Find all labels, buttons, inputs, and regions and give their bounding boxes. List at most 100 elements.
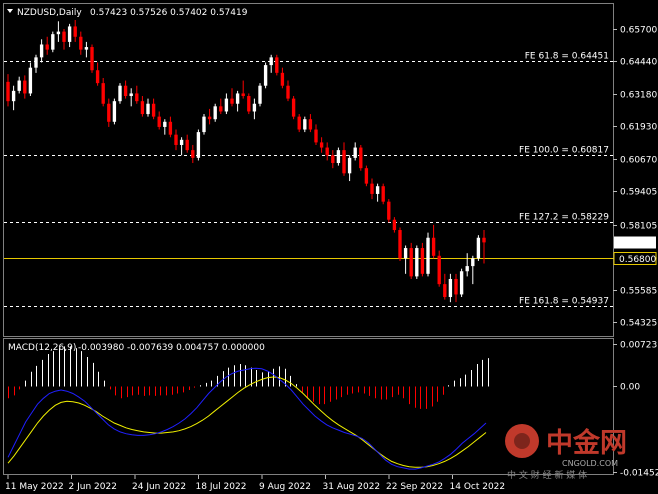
candle-body bbox=[11, 90, 16, 102]
candle-body bbox=[465, 266, 469, 272]
candle-body bbox=[174, 134, 178, 145]
candle-body bbox=[123, 85, 128, 97]
price-tick-label: 0.64440 bbox=[620, 58, 657, 68]
candle-body bbox=[443, 284, 447, 298]
price-tick-label: 0.63180 bbox=[620, 91, 657, 101]
candle-body bbox=[342, 150, 346, 174]
candle-body bbox=[247, 96, 251, 112]
time-tick-label: 2 Jun 2022 bbox=[69, 482, 117, 492]
candle-body bbox=[415, 248, 419, 277]
candle-body bbox=[308, 119, 313, 130]
time-tick-label: 24 Jun 2022 bbox=[132, 482, 186, 492]
candle-body bbox=[353, 147, 357, 158]
candle-body bbox=[202, 116, 206, 133]
candle-body bbox=[431, 237, 436, 256]
candle-body bbox=[336, 150, 341, 164]
candle-body bbox=[482, 237, 486, 243]
candle-body bbox=[34, 57, 38, 68]
candle-body bbox=[51, 34, 55, 50]
candle-body bbox=[6, 81, 10, 102]
macd-values: -0.003980 -0.007639 0.004757 0.000000 bbox=[78, 343, 265, 353]
candle-body bbox=[331, 155, 335, 164]
candle-body bbox=[56, 31, 61, 35]
time-tick-label: 14 Oct 2022 bbox=[450, 482, 506, 492]
ohlc-values: 0.57423 0.57526 0.57402 0.57419 bbox=[90, 8, 248, 18]
candle-body bbox=[476, 237, 481, 259]
watermark-site: CNGOLD.COM bbox=[562, 459, 618, 468]
candle-body bbox=[241, 93, 245, 97]
candle-body bbox=[157, 116, 161, 127]
candle-body bbox=[471, 258, 475, 267]
candle-body bbox=[168, 121, 173, 135]
candle-body bbox=[286, 85, 290, 99]
candle-body bbox=[280, 72, 285, 86]
candle-body bbox=[398, 230, 402, 259]
time-tick-label: 22 Sep 2022 bbox=[386, 482, 443, 492]
candle-body bbox=[101, 83, 105, 104]
candle-body bbox=[67, 26, 72, 42]
candle-body bbox=[370, 183, 374, 194]
price-tick-label: 0.60670 bbox=[620, 156, 657, 166]
symbol-label: NZDUSD,Daily bbox=[17, 8, 82, 18]
watermark-tagline: 中 文 财 经 新 媒 体 bbox=[507, 469, 587, 481]
candle-body bbox=[84, 47, 89, 50]
time-tick-label: 31 Aug 2022 bbox=[323, 482, 381, 492]
candle-body bbox=[297, 116, 301, 130]
candle-body bbox=[459, 271, 464, 295]
candle-body bbox=[381, 186, 385, 202]
candle-body bbox=[392, 219, 397, 231]
candle-body bbox=[258, 85, 262, 104]
candle-body bbox=[112, 101, 117, 122]
candle-body bbox=[185, 139, 189, 151]
time-tick-label: 9 Aug 2022 bbox=[259, 482, 311, 492]
support-price-label: 0.56800 bbox=[619, 255, 656, 265]
candle-body bbox=[314, 129, 318, 143]
price-tick-label: 0.54325 bbox=[620, 319, 657, 329]
price-chart: FE 61.8 = 0.64451 FE 100.0 = 0.60817 FE 12… bbox=[0, 0, 658, 494]
candle-body bbox=[291, 98, 296, 117]
candle-body bbox=[263, 65, 268, 86]
candle-body bbox=[448, 278, 453, 298]
candle-body bbox=[409, 248, 413, 277]
candle-body bbox=[403, 248, 408, 259]
candle-body bbox=[191, 150, 195, 158]
candle-body bbox=[79, 36, 83, 50]
watermark-inner-circle bbox=[514, 433, 530, 449]
candle-body bbox=[426, 237, 430, 274]
candle-body bbox=[437, 255, 441, 285]
candle-body bbox=[196, 132, 201, 158]
candle-body bbox=[375, 186, 380, 194]
candle-body bbox=[364, 168, 369, 184]
candle-body bbox=[129, 93, 133, 97]
candle-body bbox=[62, 31, 66, 42]
candle-body bbox=[146, 103, 150, 115]
candle-body bbox=[151, 103, 156, 117]
candle-body bbox=[73, 26, 77, 37]
candle-body bbox=[17, 80, 21, 91]
fib-level-label: FE 161.8 = 0.54937 bbox=[519, 297, 609, 307]
candle-body bbox=[39, 44, 44, 58]
candle-body bbox=[252, 103, 257, 112]
candle-body bbox=[207, 116, 212, 120]
candle-body bbox=[45, 44, 49, 50]
candle-body bbox=[235, 93, 240, 104]
candle-body bbox=[269, 57, 273, 66]
fib-level-label: FE 127.2 = 0.58229 bbox=[519, 213, 609, 223]
candle-body bbox=[275, 57, 279, 73]
price-tick-label: 0.55585 bbox=[620, 287, 657, 297]
price-tick-label: 0.61930 bbox=[620, 123, 657, 133]
candle-body bbox=[454, 278, 458, 295]
candle-body bbox=[28, 67, 33, 94]
candle-body bbox=[135, 93, 139, 102]
candle-body bbox=[224, 98, 229, 112]
candle-body bbox=[219, 106, 223, 112]
time-tick-label: 18 Jul 2022 bbox=[196, 482, 247, 492]
candle-body bbox=[95, 70, 100, 84]
candle-body bbox=[359, 147, 363, 169]
macd-tick-label: 0.00 bbox=[620, 383, 640, 393]
candle-body bbox=[303, 119, 307, 130]
fib-level-label: FE 61.8 = 0.64451 bbox=[525, 52, 609, 62]
candle-body bbox=[163, 121, 167, 127]
macd-tick-label: 0.007237 bbox=[620, 341, 658, 351]
candle-body bbox=[420, 248, 425, 274]
